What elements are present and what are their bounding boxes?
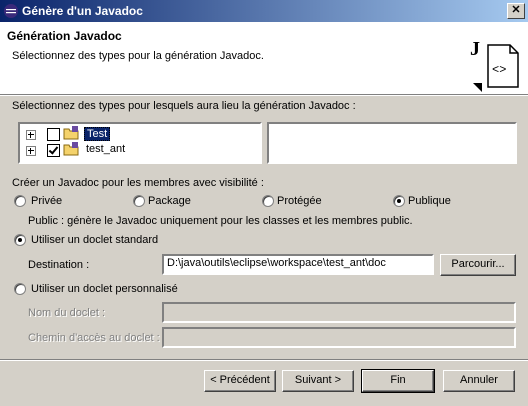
doclet-path-input[interactable] bbox=[162, 327, 516, 348]
banner-title: Génération Javadoc bbox=[7, 29, 122, 43]
standard-doclet-label: Utiliser un doclet standard bbox=[31, 234, 159, 246]
tree-item-label: Test bbox=[84, 127, 111, 141]
cancel-button[interactable]: Annuler bbox=[443, 370, 515, 392]
visibility-private-radio[interactable] bbox=[14, 195, 26, 207]
expand-icon[interactable] bbox=[26, 146, 36, 156]
destination-label: Destination : bbox=[28, 259, 90, 271]
visibility-label: Créer un Javadoc pour les membres avec v… bbox=[12, 177, 264, 189]
visibility-package-option[interactable]: Package bbox=[131, 194, 251, 210]
title-bar: Génère d'un Javadoc ✕ bbox=[0, 0, 528, 22]
visibility-protected-label: Protégée bbox=[277, 195, 322, 207]
tree-item-label: test_ant bbox=[86, 143, 126, 155]
browse-button[interactable]: Parcourir... bbox=[440, 254, 516, 276]
tree-item-test[interactable]: Test bbox=[26, 126, 246, 142]
javadoc-icon: J <> bbox=[470, 38, 519, 92]
wizard-banner: Génération Javadoc Sélectionnez des type… bbox=[0, 22, 528, 95]
standard-doclet-option[interactable]: Utiliser un doclet standard bbox=[12, 233, 212, 249]
svg-text:J: J bbox=[470, 38, 480, 60]
visibility-public-label: Publique bbox=[408, 195, 451, 207]
previous-button[interactable]: < Précédent bbox=[204, 370, 276, 392]
close-button[interactable]: ✕ bbox=[507, 3, 525, 19]
visibility-hint: Public : génère le Javadoc uniquement po… bbox=[28, 215, 413, 227]
package-folder-icon bbox=[63, 126, 79, 140]
expand-icon[interactable] bbox=[26, 130, 36, 140]
finish-button[interactable]: Fin bbox=[361, 369, 435, 393]
banner-description: Sélectionnez des types pour la génératio… bbox=[12, 50, 264, 62]
tree-item-test-checkbox[interactable] bbox=[47, 128, 60, 141]
doclet-name-input[interactable] bbox=[162, 302, 516, 323]
visibility-public-option[interactable]: Publique bbox=[391, 194, 511, 210]
visibility-package-radio[interactable] bbox=[133, 195, 145, 207]
button-bar-separator bbox=[0, 359, 528, 361]
destination-input[interactable]: D:\java\outils\eclipse\workspace\test_an… bbox=[162, 254, 434, 275]
visibility-private-label: Privée bbox=[31, 195, 63, 207]
custom-doclet-label: Utiliser un doclet personnalisé bbox=[31, 283, 178, 295]
visibility-public-radio[interactable] bbox=[393, 195, 405, 207]
tree-item-test-ant[interactable]: test_ant bbox=[26, 142, 246, 158]
standard-doclet-radio[interactable] bbox=[14, 234, 26, 246]
types-label: Sélectionnez des types pour lesquels aur… bbox=[12, 100, 356, 112]
visibility-protected-option[interactable]: Protégée bbox=[260, 194, 380, 210]
custom-doclet-radio[interactable] bbox=[14, 283, 26, 295]
types-tree[interactable]: Test test_ant bbox=[18, 122, 262, 164]
visibility-package-label: Package bbox=[148, 195, 191, 207]
visibility-protected-radio[interactable] bbox=[262, 195, 274, 207]
doclet-path-label: Chemin d'accès au doclet : bbox=[28, 332, 160, 344]
members-list[interactable] bbox=[267, 122, 517, 164]
window-title: Génère d'un Javadoc bbox=[22, 4, 143, 18]
eclipse-icon bbox=[4, 4, 18, 18]
svg-text:<>: <> bbox=[492, 63, 506, 77]
custom-doclet-option[interactable]: Utiliser un doclet personnalisé bbox=[12, 282, 212, 298]
package-folder-icon bbox=[63, 142, 79, 156]
banner-separator bbox=[0, 95, 528, 96]
next-button[interactable]: Suivant > bbox=[282, 370, 354, 392]
doclet-name-label: Nom du doclet : bbox=[28, 307, 106, 319]
tree-item-test-ant-checkbox[interactable] bbox=[47, 144, 60, 157]
